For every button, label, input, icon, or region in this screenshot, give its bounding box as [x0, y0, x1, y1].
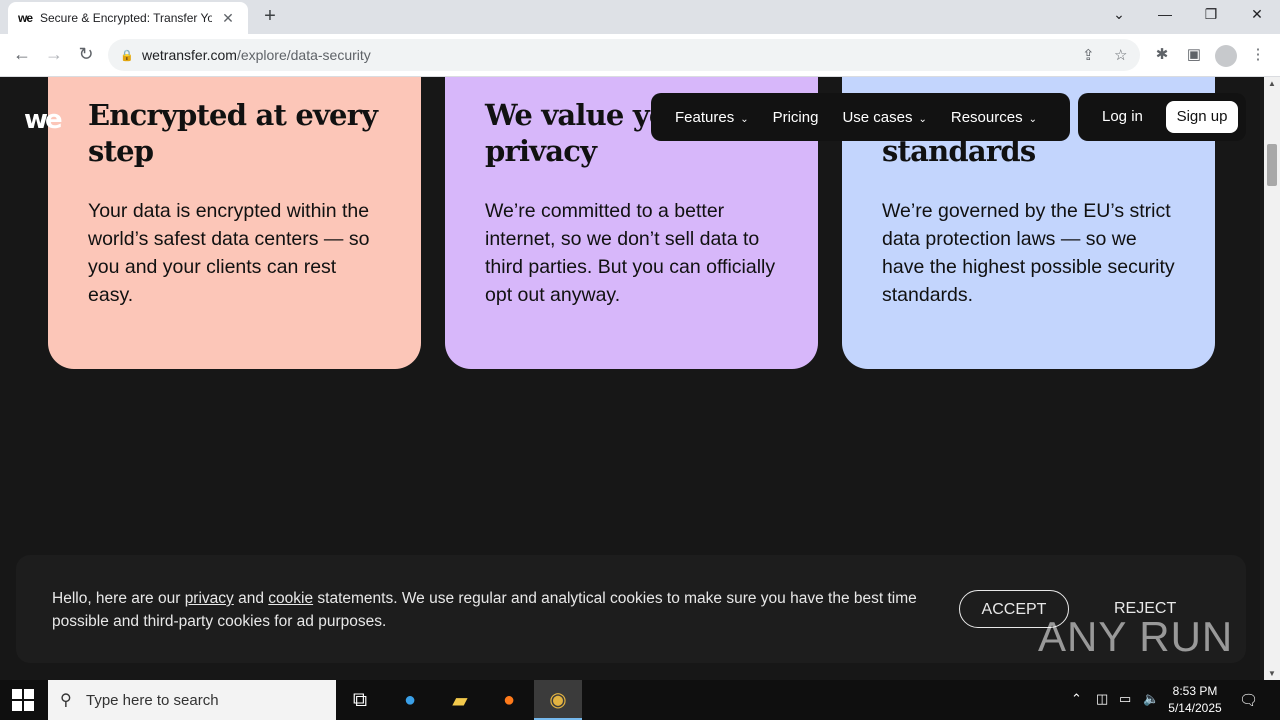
bookmark-star-icon[interactable]: ☆: [1114, 46, 1127, 64]
browser-toolbar: ← → ↻ 🔒 wetransfer.com/explore/data-secu…: [0, 34, 1280, 77]
card-body: We’re committed to a better internet, so…: [485, 200, 776, 306]
windows-start-icon[interactable]: [12, 689, 34, 711]
notifications-icon[interactable]: 🗨: [1239, 691, 1258, 709]
nav-features[interactable]: Features ⌄: [675, 109, 749, 126]
volume-icon[interactable]: 🔈: [1143, 691, 1159, 707]
cookie-text-and: and: [233, 590, 269, 607]
card-title: Encrypted at every step: [88, 98, 378, 168]
nav-use-cases-label: Use cases: [842, 108, 913, 126]
chevron-down-icon: ⌄: [740, 113, 749, 125]
signup-button[interactable]: Sign up: [1166, 101, 1238, 133]
browser-tab[interactable]: we Secure & Encrypted: Transfer Yo ✕: [8, 2, 248, 34]
nav-resources[interactable]: Resources ⌄: [951, 109, 1037, 126]
nav-use-cases[interactable]: Use cases ⌄: [842, 109, 926, 126]
scroll-down-arrow-icon[interactable]: ▼: [1264, 669, 1280, 678]
share-icon[interactable]: ⇪: [1082, 46, 1095, 64]
wetransfer-logo[interactable]: we: [24, 105, 63, 135]
new-tab-button[interactable]: +: [258, 5, 282, 28]
cookie-text-pre: Hello, here are our: [52, 590, 185, 607]
page-viewport: Encrypted at every step Your data is enc…: [0, 77, 1264, 680]
edge-browser-icon[interactable]: ●: [386, 680, 434, 720]
auth-nav: Log in Sign up: [1078, 93, 1246, 141]
search-icon: ⚲: [60, 692, 72, 709]
feature-card-encrypted: Encrypted at every step Your data is enc…: [48, 77, 421, 369]
nav-pricing[interactable]: Pricing: [773, 109, 819, 126]
card-body: Your data is encrypted within the world’…: [88, 200, 370, 306]
lock-icon: 🔒: [120, 49, 134, 62]
task-view-icon[interactable]: ⧉: [336, 680, 384, 720]
browser-menu-icon[interactable]: ⋮: [1247, 45, 1269, 63]
chevron-down-icon: ⌄: [918, 113, 927, 125]
nav-resources-label: Resources: [950, 108, 1023, 126]
tab-search-chevron-icon[interactable]: ⌄: [1109, 6, 1129, 23]
extensions-puzzle-icon[interactable]: ✱: [1151, 45, 1173, 63]
card-body: We’re governed by the EU’s strict data p…: [882, 200, 1175, 306]
network-icon[interactable]: ▭: [1119, 691, 1131, 707]
back-arrow-icon[interactable]: ←: [10, 44, 34, 65]
file-explorer-icon[interactable]: ▰: [436, 680, 484, 720]
search-placeholder: Type here to search: [86, 691, 219, 709]
privacy-link[interactable]: privacy: [185, 590, 234, 607]
scroll-up-arrow-icon[interactable]: ▲: [1264, 79, 1280, 88]
taskbar-clock[interactable]: 8:53 PM 5/14/2025: [1160, 683, 1230, 717]
address-bar[interactable]: 🔒 wetransfer.com/explore/data-security ⇪…: [108, 39, 1140, 71]
meet-now-icon[interactable]: ◫: [1096, 691, 1108, 707]
tray-chevron-up-icon[interactable]: ⌃: [1071, 691, 1082, 707]
firefox-icon[interactable]: ●: [485, 680, 533, 720]
url-host: wetransfer.com: [142, 47, 237, 63]
chrome-icon[interactable]: ◉: [534, 680, 582, 720]
close-window-button[interactable]: ✕: [1247, 6, 1267, 23]
close-tab-icon[interactable]: ✕: [218, 10, 238, 27]
reload-icon[interactable]: ↻: [74, 44, 98, 65]
wetransfer-favicon-icon: we: [18, 11, 33, 25]
side-panel-icon[interactable]: ▣: [1183, 45, 1205, 63]
main-nav: Features ⌄ Pricing Use cases ⌄ Resources ⌄: [651, 93, 1070, 141]
cookie-link[interactable]: cookie: [268, 590, 313, 607]
clock-time: 8:53 PM: [1172, 684, 1218, 698]
login-link[interactable]: Log in: [1102, 108, 1143, 125]
browser-tab-bar: we Secure & Encrypted: Transfer Yo ✕ + ⌄…: [0, 0, 1280, 34]
profile-avatar-icon[interactable]: [1215, 45, 1237, 67]
tab-title: Secure & Encrypted: Transfer Yo: [40, 11, 212, 25]
windows-taskbar: ⚲ Type here to search ⧉ ● ▰ ● ◉ ⌃ ◫ ▭ 🔈 …: [0, 680, 1280, 720]
url-path: /explore/data-security: [236, 47, 371, 63]
taskbar-search-box[interactable]: ⚲ Type here to search: [48, 680, 336, 720]
restore-button[interactable]: ❐: [1201, 6, 1221, 23]
scrollbar-thumb[interactable]: [1267, 144, 1277, 186]
forward-arrow-icon[interactable]: →: [42, 44, 66, 65]
nav-features-label: Features: [675, 108, 735, 126]
page-scrollbar[interactable]: ▲ ▼: [1264, 77, 1280, 680]
cookie-banner: Hello, here are our privacy and cookie s…: [16, 555, 1246, 663]
clock-date: 5/14/2025: [1168, 701, 1222, 715]
minimize-button[interactable]: —: [1155, 6, 1175, 22]
cookie-message: Hello, here are our privacy and cookie s…: [52, 587, 952, 633]
anyrun-watermark: ANY RUN: [1038, 613, 1234, 660]
chevron-down-icon: ⌄: [1028, 113, 1037, 125]
